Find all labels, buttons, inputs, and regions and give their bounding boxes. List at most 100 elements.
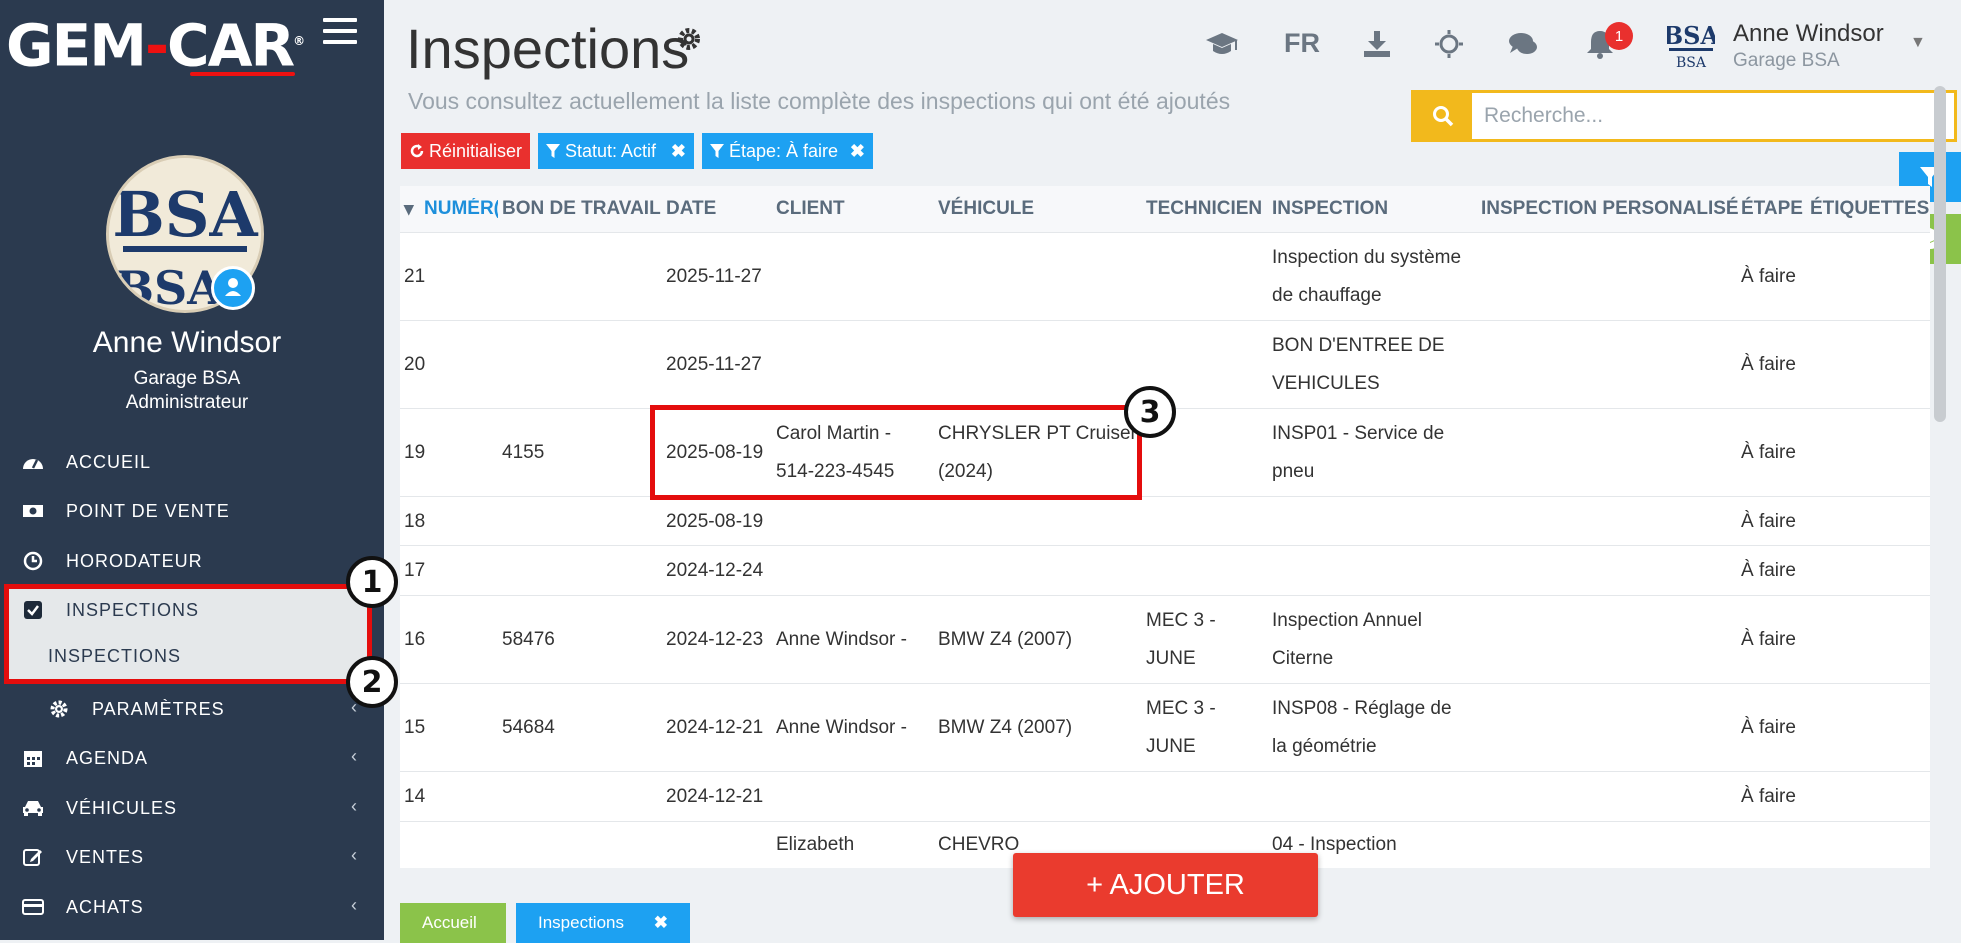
remove-filter-icon[interactable]: ✖ [671, 141, 686, 162]
table-cell-veh: BMW Z4 (2007) [938, 709, 1072, 747]
profile-garage: Garage BSA [133, 368, 241, 389]
table-cell-num: 21 [404, 258, 425, 296]
col-inspection[interactable]: INSPECTION [1272, 198, 1388, 220]
table-cell-etape: À faire [1741, 434, 1796, 472]
cell-line: À faire [1741, 354, 1796, 375]
cell-line: 2024-12-21 [666, 786, 764, 807]
table-cell-bon: 4155 [502, 434, 544, 472]
table-cell-date: 2024-12-21 [666, 778, 763, 816]
cell-line: À faire [1741, 786, 1796, 807]
col-numero[interactable]: NUMÉR( [424, 198, 498, 220]
annotation-box-inspections [4, 584, 372, 684]
cell-line: 2024-12-24 [666, 560, 764, 581]
filter-chip-etape[interactable]: Étape: À faire ✖ [702, 133, 873, 169]
table-row[interactable]: 16 58476 2024-12-23 Anne Windsor - BMW Z4 (2… [400, 595, 1930, 684]
nav-item-ventes[interactable]: VENTES ‹ [0, 833, 374, 881]
table-cell-etape: À faire [1741, 709, 1796, 747]
cell-line: BON D'ENTREE DE [1272, 335, 1445, 356]
table-cell-veh: CHEVRO [938, 826, 1019, 864]
bottom-tab-accueil[interactable]: Accueil [400, 903, 506, 943]
money-icon [20, 500, 46, 522]
col-date[interactable]: DATE [666, 198, 716, 220]
app-logo[interactable]: GEM-CAR® [6, 6, 305, 80]
inspections-table: ▾ NUMÉR( BON DE TRAVAIL DATE CLIENT VÉHI… [400, 186, 1930, 868]
settings-gear-icon[interactable] [676, 26, 702, 57]
nav-item-parametres[interactable]: PARAMÈTRES ‹ [0, 685, 374, 733]
table-cell-bon: 58476 [502, 621, 555, 659]
table-cell-veh: BMW Z4 (2007) [938, 621, 1072, 659]
nav-item-point-de-vente[interactable]: POINT DE VENTE [0, 487, 374, 535]
cell-line: MEC 3 - [1146, 610, 1216, 631]
table-cell-num: 15 [404, 709, 425, 747]
table-cell-etape: À faire [1741, 621, 1796, 659]
language-switcher[interactable]: FR [1284, 28, 1320, 59]
table-cell-num: 14 [404, 778, 425, 816]
cell-line: CHEVRO [938, 834, 1020, 855]
search-button[interactable] [1414, 93, 1472, 139]
cell-line: 18 [404, 510, 426, 532]
topbar-user-name[interactable]: Anne Windsor [1733, 20, 1884, 48]
calendar-icon [20, 747, 46, 769]
table-cell-client: Anne Windsor - [776, 621, 907, 659]
table-row[interactable]: 15 54684 2024-12-21 Anne Windsor - BMW Z4 (2… [400, 683, 1930, 772]
col-bon-de-travail[interactable]: BON DE TRAVAIL [502, 198, 661, 220]
sort-desc-icon[interactable]: ▾ [404, 198, 414, 221]
col-etiquettes[interactable]: ÉTIQUETTES [1810, 198, 1929, 220]
cell-line: 16 [404, 629, 426, 650]
svg-text:BSA: BSA [112, 178, 258, 251]
bottom-tab-inspections[interactable]: Inspections ✖ [516, 903, 690, 943]
cell-line: BMW Z4 (2007) [938, 717, 1073, 738]
cell-line: À faire [1741, 442, 1796, 463]
remove-filter-icon[interactable]: ✖ [850, 141, 865, 162]
cell-line: 4155 [502, 442, 545, 463]
nav-item-agenda[interactable]: AGENDA ‹ [0, 734, 374, 782]
table-row[interactable]: 14 2024-12-21 À faire [400, 771, 1930, 822]
hamburger-menu-icon[interactable] [323, 18, 357, 48]
table-cell-etape: À faire [1741, 346, 1796, 384]
table-cell-insp: INSP08 - Réglage de la géométrie [1272, 690, 1452, 766]
col-technicien[interactable]: TECHNICIEN [1146, 198, 1262, 220]
profile-name: Anne Windsor [92, 326, 282, 359]
table-row[interactable]: 17 2024-12-24 À faire [400, 545, 1930, 596]
nav-item-horodateur[interactable]: HORODATEUR [0, 537, 374, 585]
nav-item-vehicules[interactable]: VÉHICULES ‹ [0, 784, 374, 832]
refresh-icon [410, 144, 424, 158]
brightness-icon[interactable] [1432, 26, 1466, 62]
filter-chip-statut[interactable]: Statut: Actif ✖ [538, 133, 694, 169]
chevron-left-icon: ‹ [351, 845, 358, 865]
table-row[interactable]: 18 2025-08-19 À faire [400, 496, 1930, 546]
cell-line: Inspection Annuel [1272, 610, 1423, 631]
search-input[interactable] [1472, 93, 1954, 139]
table-cell-num: 20 [404, 346, 425, 384]
cell-line: JUNE [1146, 648, 1196, 669]
cell-line: À faire [1741, 510, 1796, 532]
chevron-left-icon: ‹ [351, 895, 358, 915]
table-cell-tech: MEC 3 - JUNE [1146, 690, 1216, 766]
table-cell-date: 2024-12-24 [666, 552, 763, 590]
col-etape[interactable]: ÉTAPE [1741, 198, 1803, 220]
reset-filters-button[interactable]: Réinitialiser [401, 133, 530, 169]
nav-item-achats[interactable]: ACHATS ‹ [0, 883, 374, 931]
cell-line: À faire [1741, 560, 1796, 581]
graduation-cap-icon[interactable] [1202, 26, 1242, 62]
table-cell-date: 2025-08-19 [666, 503, 763, 541]
user-menu-caret-icon[interactable]: ▼ [1910, 34, 1926, 52]
table-cell-num: 16 [404, 621, 425, 659]
download-icon[interactable] [1360, 26, 1394, 62]
chat-icon[interactable] [1505, 26, 1541, 62]
nav-item-accueil[interactable]: ACCUEIL [0, 438, 374, 486]
col-inspection-personnalise[interactable]: INSPECTION PERSONALISÉ [1481, 198, 1739, 220]
table-cell-etape: À faire [1741, 552, 1796, 590]
col-client[interactable]: CLIENT [776, 198, 845, 220]
scrollbar[interactable] [1934, 86, 1946, 422]
close-tab-icon[interactable]: ✖ [654, 913, 668, 933]
company-logo: BSA BSA [1663, 18, 1720, 71]
table-cell-insp: INSP01 - Service de pneu [1272, 415, 1444, 491]
table-row[interactable]: 21 2025-11-27 Inspection du système de chau… [400, 232, 1930, 321]
cell-line: 14 [404, 786, 426, 807]
table-cell-insp: Inspection Annuel Citerne [1272, 602, 1422, 678]
col-vehicule[interactable]: VÉHICULE [938, 198, 1034, 220]
cell-line: la géométrie [1272, 736, 1377, 757]
add-inspection-button[interactable]: + AJOUTER [1013, 853, 1318, 917]
profile-role: Administrateur [125, 392, 249, 413]
